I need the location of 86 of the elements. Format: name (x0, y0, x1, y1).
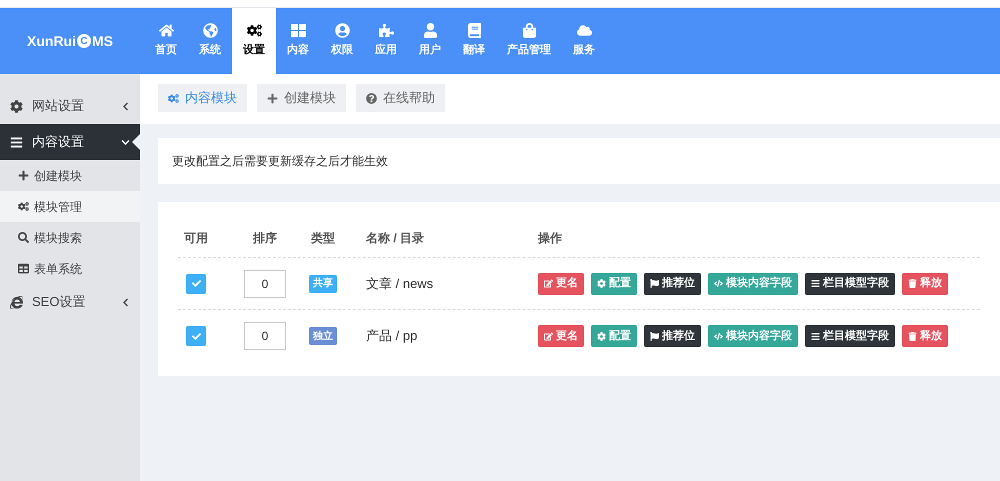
gear-icon (597, 279, 606, 288)
chevron-down-icon (121, 138, 130, 146)
nav-tab[interactable]: 翻译 (452, 8, 496, 74)
table-cell-text: 文章 / news (365, 274, 434, 293)
help-icon (366, 92, 377, 104)
pointer-arrow (132, 134, 140, 150)
toolbar-button[interactable]: 在线帮助 (356, 84, 445, 112)
nav-tab[interactable]: 首页 (144, 8, 188, 74)
list-icon (811, 279, 820, 288)
edit-icon (544, 279, 553, 288)
table-icon (18, 263, 29, 274)
nav-tab[interactable]: 用户 (408, 8, 452, 74)
sidebar-subitem[interactable]: 创建模块 (0, 160, 140, 191)
flag-icon (650, 279, 659, 288)
logo-text: XunRui (27, 32, 76, 50)
action-button[interactable]: 模块内容字段 (708, 272, 798, 294)
action-button[interactable]: 更名 (538, 272, 584, 294)
nav-tab[interactable]: 应用 (364, 8, 408, 74)
toolbar-button[interactable]: 创建模块 (257, 84, 346, 112)
sidebar-subitem[interactable]: 表单系统 (0, 253, 140, 284)
plus-icon (267, 92, 278, 104)
nav-tab[interactable]: 产品管理 (496, 8, 562, 74)
column-header: 类型 (310, 230, 336, 246)
action-button[interactable]: 推荐位 (644, 272, 701, 294)
gear-icon (597, 332, 606, 340)
logo-mark: C (77, 34, 91, 48)
sidebar-item[interactable]: 内容设置 (0, 124, 140, 160)
action-button[interactable]: 栏目模型字段 (805, 272, 895, 294)
search-icon (18, 232, 29, 243)
action-button[interactable]: 释放 (902, 272, 948, 294)
sidebar-item[interactable]: SEO设置 (0, 284, 140, 320)
puzzle-icon (378, 23, 394, 38)
check-icon (192, 279, 200, 288)
code-icon (714, 332, 723, 340)
sidebar-subitem[interactable]: 模块搜索 (0, 222, 140, 253)
action-button[interactable]: 模块内容字段 (708, 325, 798, 347)
bag-icon (522, 23, 536, 38)
checkbox[interactable] (186, 326, 206, 346)
nav-tab[interactable]: 内容 (276, 8, 320, 74)
action-button[interactable]: 配置 (591, 325, 637, 347)
notice-text: 更改配置之后需要更新缓存之后才能生效 (158, 138, 1000, 184)
cloud-icon (576, 23, 592, 38)
action-button[interactable]: 栏目模型字段 (805, 325, 895, 347)
chevron-left-icon (121, 298, 130, 306)
nav-tab[interactable]: 设置 (232, 8, 276, 74)
action-button[interactable]: 配置 (591, 272, 637, 294)
plus-icon (18, 170, 29, 181)
toolbar-button[interactable]: 内容模块 (158, 84, 247, 112)
user-icon (422, 23, 438, 38)
column-header: 可用 (183, 230, 209, 246)
edit-icon (544, 332, 553, 340)
checkbox[interactable] (186, 274, 206, 294)
settings-icon (10, 100, 23, 112)
grid-icon (290, 23, 306, 38)
logo-text: MS (92, 32, 113, 50)
type-tag: 共享 (309, 274, 337, 292)
column-header: 排序 (252, 230, 278, 246)
gears-icon (246, 23, 262, 38)
check-icon (192, 332, 200, 340)
chevron-left-icon (121, 102, 130, 110)
action-button[interactable]: 释放 (902, 325, 948, 347)
column-header: 操作 (538, 230, 562, 246)
gears-icon (168, 92, 179, 104)
nav-tab[interactable]: 权限 (320, 8, 364, 74)
table-cell-text: 产品 / pp (365, 327, 418, 346)
nav-tab[interactable]: 服务 (562, 8, 606, 74)
sidebar-subitem[interactable]: 模块管理 (0, 191, 140, 222)
flag-icon (650, 332, 659, 340)
nav-tab[interactable]: 系统 (188, 8, 232, 74)
trash-icon (908, 279, 917, 288)
home-icon (158, 23, 174, 38)
order-input[interactable]: 0 (244, 270, 286, 298)
action-button[interactable]: 推荐位 (644, 325, 701, 347)
browser-icon (10, 296, 23, 308)
list-icon (811, 332, 820, 340)
menu-icon (10, 136, 23, 148)
trash-icon (908, 332, 917, 340)
order-input[interactable]: 0 (244, 322, 286, 350)
column-header: 名称 / 目录 (364, 230, 426, 246)
action-button[interactable]: 更名 (538, 325, 584, 347)
code-icon (714, 279, 723, 288)
globe-icon (202, 23, 218, 38)
book-icon (466, 23, 482, 38)
gears-icon (18, 201, 29, 212)
sidebar-item[interactable]: 网站设置 (0, 88, 140, 124)
type-tag: 独立 (309, 327, 337, 345)
